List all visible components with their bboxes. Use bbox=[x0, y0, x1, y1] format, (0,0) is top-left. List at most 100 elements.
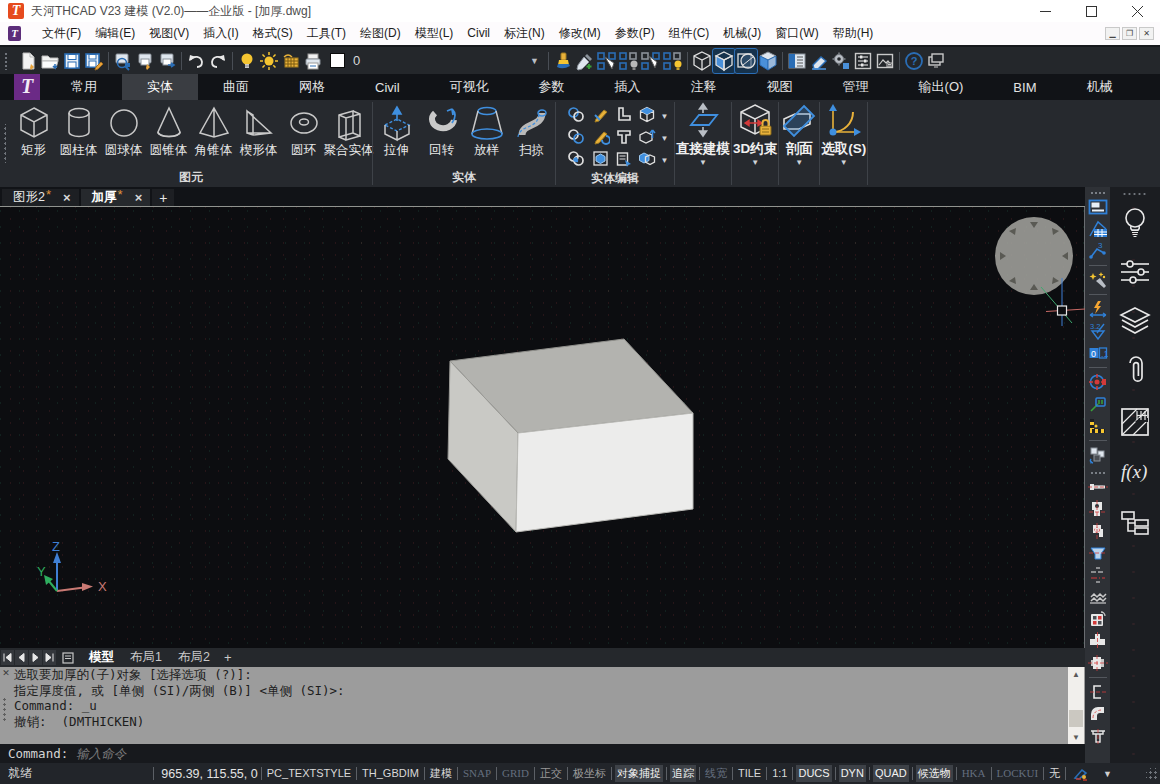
se-clean-icon[interactable] bbox=[592, 128, 610, 148]
mdi-restore-icon[interactable]: ❐ bbox=[1122, 27, 1137, 40]
ribbon-tab-3[interactable]: 曲面 bbox=[198, 74, 274, 100]
status-toggle[interactable]: HKA bbox=[960, 765, 988, 782]
ribbon-big-button[interactable]: 直接建模▼ bbox=[676, 100, 730, 167]
mdi-minimize-icon[interactable]: ▁ bbox=[1105, 27, 1120, 40]
ribbon-tab-1[interactable]: 常用 bbox=[46, 74, 122, 100]
sp-clip-icon[interactable] bbox=[1118, 355, 1152, 389]
ss-zeroone-icon[interactable]: 0.1 bbox=[1088, 343, 1108, 362]
ss-centerline-icon[interactable] bbox=[1088, 565, 1108, 584]
menu-item[interactable]: 标注(N) bbox=[497, 23, 552, 44]
ribbon-button[interactable]: 圆球体 bbox=[101, 103, 146, 158]
close-icon[interactable] bbox=[1114, 0, 1160, 22]
ss-hazard-icon[interactable] bbox=[1088, 416, 1108, 435]
ss-table-icon[interactable] bbox=[1088, 219, 1108, 238]
annotation-icon[interactable] bbox=[1073, 767, 1089, 781]
menu-item[interactable]: 插入(I) bbox=[196, 23, 245, 44]
status-toggle[interactable]: GRID bbox=[500, 765, 531, 782]
menu-item[interactable]: 编辑(E) bbox=[88, 23, 142, 44]
dropdown-caret-icon[interactable]: ▼ bbox=[661, 134, 669, 143]
vs-hidden-icon[interactable] bbox=[735, 49, 757, 73]
ss-spring-icon[interactable] bbox=[1088, 587, 1108, 606]
bulb-boxes-yellow-icon[interactable] bbox=[662, 49, 684, 73]
ribbon-button[interactable]: 聚合实体 bbox=[326, 103, 371, 158]
solid-box[interactable] bbox=[448, 339, 693, 532]
ribbon-tab-2[interactable]: 实体 bbox=[122, 74, 198, 100]
command-window-grip[interactable] bbox=[3, 697, 6, 723]
sp-tree-icon[interactable] bbox=[1118, 505, 1152, 539]
menu-item[interactable]: 参数(P) bbox=[608, 23, 662, 44]
add-layout-button[interactable]: + bbox=[218, 650, 238, 665]
vs-wireframe-icon[interactable] bbox=[691, 49, 713, 73]
close-tab-icon[interactable]: × bbox=[63, 190, 71, 205]
last-layout-button[interactable] bbox=[43, 650, 56, 665]
ribbon-tab-14[interactable]: 机械 bbox=[1061, 74, 1137, 100]
layout-tab[interactable]: 布局2 bbox=[170, 648, 218, 667]
toolbar-grip[interactable] bbox=[4, 52, 8, 70]
status-toggle[interactable]: DUCS bbox=[796, 765, 831, 782]
scroll-down-icon[interactable]: ▼ bbox=[1068, 730, 1084, 744]
ss-wand-icon[interactable] bbox=[1088, 270, 1108, 289]
menu-item[interactable]: 格式(S) bbox=[246, 23, 300, 44]
image-frame-icon[interactable] bbox=[874, 49, 896, 73]
color-swatch[interactable] bbox=[330, 53, 345, 68]
sliders-panel-icon[interactable] bbox=[852, 49, 874, 73]
clean-brush-icon[interactable] bbox=[552, 49, 574, 73]
ss-window-icon[interactable] bbox=[1088, 197, 1108, 216]
ss-dim32-icon[interactable]: 3.2 bbox=[1088, 321, 1108, 340]
status-toggle[interactable]: 1:1 bbox=[770, 765, 789, 782]
next-layout-button[interactable] bbox=[29, 650, 42, 665]
ribbon-button[interactable]: 矩形 bbox=[11, 103, 56, 158]
se-subtract-icon[interactable] bbox=[567, 128, 585, 148]
status-toggle[interactable]: PC_TEXTSTYLE bbox=[265, 765, 353, 782]
ss-funnel-icon[interactable] bbox=[1088, 543, 1108, 562]
plot-window-icon[interactable] bbox=[925, 49, 947, 73]
new-file-icon[interactable] bbox=[17, 49, 39, 73]
gears-icon[interactable] bbox=[830, 49, 852, 73]
help-icon[interactable]: ? bbox=[903, 49, 925, 73]
ribbon-tab-12[interactable]: 输出(O) bbox=[894, 74, 989, 100]
ss-bearing-icon[interactable] bbox=[1088, 499, 1108, 518]
sp-layers-icon[interactable] bbox=[1118, 305, 1152, 339]
ss-elbow-icon[interactable] bbox=[1088, 704, 1108, 723]
scrollbar-thumb[interactable] bbox=[1069, 710, 1083, 727]
menu-item[interactable]: 机械(J) bbox=[716, 23, 768, 44]
dropdown-caret-icon[interactable]: ▼ bbox=[661, 112, 669, 121]
props-panel-icon[interactable] bbox=[786, 49, 808, 73]
ribbon-tab-4[interactable]: 网格 bbox=[274, 74, 350, 100]
status-toggle[interactable]: TILE bbox=[736, 765, 763, 782]
ribbon-big-button[interactable]: 剖面▼ bbox=[780, 100, 818, 167]
document-tab[interactable]: 加厚*× bbox=[81, 189, 151, 206]
menu-item[interactable]: 修改(M) bbox=[552, 23, 608, 44]
status-toggle[interactable]: 追踪 bbox=[670, 765, 696, 782]
ribbon-tab-8[interactable]: 插入 bbox=[590, 74, 666, 100]
ss-motor-icon[interactable] bbox=[1088, 653, 1108, 672]
status-toggle[interactable]: 极坐标 bbox=[571, 765, 608, 782]
ribbon-tab-11[interactable]: 管理 bbox=[818, 74, 894, 100]
ribbon-button[interactable]: 拉伸 bbox=[374, 103, 419, 158]
document-tab[interactable]: 图形2*× bbox=[2, 189, 79, 206]
ribbon-big-button[interactable]: 3D约束▼ bbox=[733, 100, 777, 167]
minimize-icon[interactable] bbox=[1022, 0, 1068, 22]
menu-item[interactable]: 绘图(D) bbox=[353, 23, 408, 44]
ss-target-icon[interactable] bbox=[1088, 372, 1108, 391]
sp-hatch-icon[interactable] bbox=[1118, 405, 1152, 439]
command-input[interactable] bbox=[76, 746, 376, 761]
select-cursor2-icon[interactable] bbox=[640, 49, 662, 73]
ss-lightning-icon[interactable] bbox=[1088, 299, 1108, 318]
menu-item[interactable]: Civil bbox=[460, 23, 497, 44]
sp-sliders-icon[interactable] bbox=[1118, 255, 1152, 289]
se-union-icon[interactable] bbox=[567, 106, 585, 126]
dropdown-caret-icon[interactable]: ▼ bbox=[840, 158, 848, 167]
status-toggle[interactable]: 线宽 bbox=[703, 765, 729, 782]
ribbon-button[interactable]: 楔形体 bbox=[236, 103, 281, 158]
dropdown-caret-icon[interactable]: ▼ bbox=[661, 156, 669, 165]
status-toggle[interactable]: 无 bbox=[1047, 765, 1062, 782]
dropdown-caret-icon[interactable]: ▼ bbox=[795, 158, 803, 167]
ribbon-grip[interactable] bbox=[0, 100, 9, 187]
se-cubeface-icon[interactable] bbox=[638, 106, 656, 126]
ss-washer-icon[interactable] bbox=[1088, 521, 1108, 540]
plot-icon[interactable] bbox=[134, 49, 156, 73]
ribbon-tab-5[interactable]: Civil bbox=[350, 74, 425, 100]
save-icon[interactable] bbox=[61, 49, 83, 73]
ribbon-tab-13[interactable]: BIM bbox=[988, 74, 1061, 100]
